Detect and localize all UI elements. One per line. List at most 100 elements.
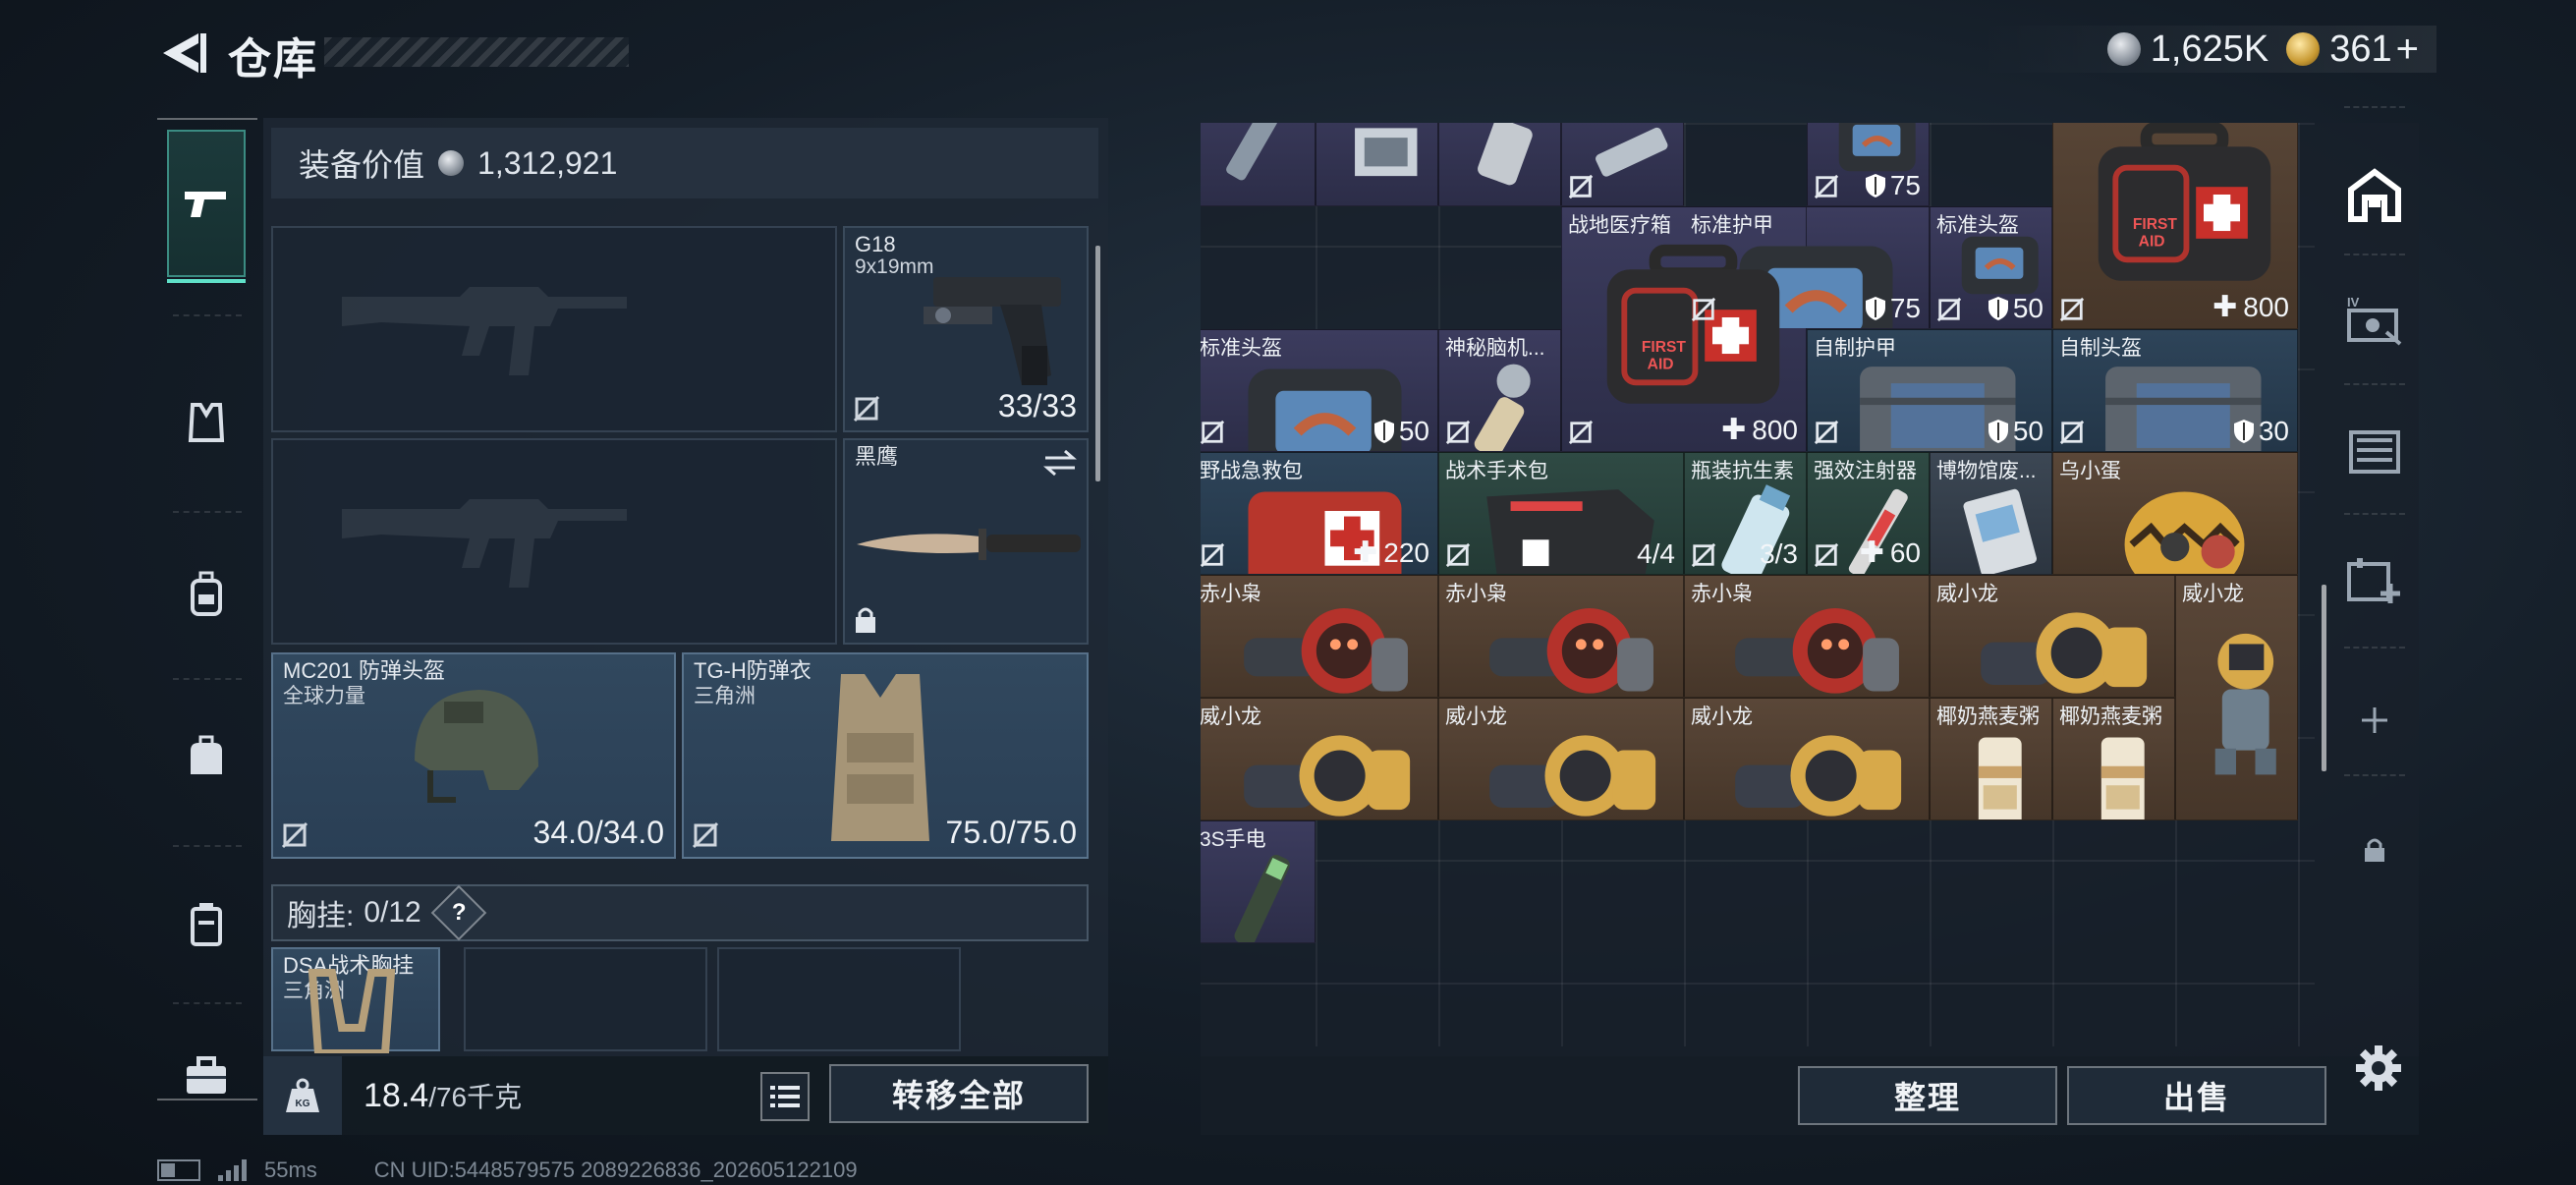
inventory-item[interactable]: 赤小枭 (1438, 575, 1684, 698)
rifle-silhouette-icon (342, 287, 627, 375)
gold-currency[interactable]: 361 + (2286, 28, 2419, 72)
inventory-item[interactable] (1561, 123, 1684, 206)
tab-bag[interactable] (167, 698, 246, 816)
helmet-slot[interactable]: MC201 防弹头盔 全球力量 34.0/34.0 (271, 652, 676, 859)
non-insured-icon (1814, 174, 1839, 199)
primary-weapon-slot-2[interactable] (271, 438, 837, 645)
chest-rig-slot[interactable]: DSA战术胸挂 三角洲 (271, 947, 440, 1053)
storage-grid: 75 标准护甲 75 FIRST AID 战地医疗箱 ✚ 800 标准头盔 50 FIRST AID ✚… (1201, 123, 2315, 1046)
inventory-item[interactable]: 75 (1807, 123, 1930, 206)
inventory-item[interactable]: 威小龙 (2175, 575, 2298, 820)
inventory-item[interactable]: 赤小枭 (1684, 575, 1930, 698)
inventory-item[interactable]: 博物馆废... (1930, 452, 2052, 575)
rig-pocket-slot[interactable] (717, 947, 961, 1051)
inventory-item[interactable]: 自制头盔 30 (2052, 329, 2298, 452)
inventory-item[interactable]: 威小龙 (1201, 698, 1438, 820)
non-insured-icon (281, 821, 308, 849)
organize-button[interactable]: 整理 (1798, 1066, 2057, 1125)
tab-storage[interactable] (2340, 415, 2409, 483)
item-name: 3S手电 (1201, 828, 1266, 851)
sidebar-divider (2344, 254, 2405, 255)
svg-text:AID: AID (2138, 233, 2164, 250)
melee-name: 黑鹰 (855, 444, 899, 469)
inventory-item[interactable]: 强效注射器 ✚ 60 (1807, 452, 1930, 575)
add-currency-button[interactable]: + (2396, 28, 2419, 72)
back-arrow-icon[interactable] (157, 28, 208, 79)
chest-rig-bar: 胸挂: 0/12 ? (271, 884, 1089, 941)
inventory-item[interactable]: 威小龙 (1684, 698, 1930, 820)
inventory-item[interactable]: 瓶装抗生素 3/3 (1684, 452, 1807, 575)
locked-tab[interactable] (2340, 816, 2409, 884)
item-name: 战地医疗箱 (1568, 214, 1671, 237)
inventory-item[interactable]: FIRST AID ✚ 800 (2052, 123, 2298, 329)
sidebar-divider (173, 845, 242, 847)
inventory-item[interactable]: 椰奶燕麦粥 (1930, 698, 2052, 820)
inventory-item[interactable]: 神秘脑机... (1438, 329, 1561, 452)
tab-expand[interactable] (2340, 546, 2409, 615)
primary-weapon-slot-1[interactable] (271, 226, 837, 432)
transfer-all-button[interactable]: 转移全部 (829, 1064, 1089, 1123)
tab-weapons[interactable] (167, 130, 246, 283)
non-insured-icon (1445, 542, 1471, 568)
item-value: ✚ 800 (1721, 414, 1798, 446)
weight-max: /76千克 (428, 1082, 523, 1112)
item-image (2075, 718, 2171, 819)
inventory-item[interactable] (1201, 123, 1316, 206)
swap-icon[interactable] (1043, 448, 1077, 478)
inventory-item[interactable]: 自制护甲 50 (1807, 329, 2052, 452)
sidebar-divider (2344, 383, 2405, 385)
sidebar-divider (173, 678, 242, 680)
sell-button[interactable]: 出售 (2067, 1066, 2326, 1125)
tab-toolbox[interactable] (167, 1022, 246, 1130)
loadout-scrollbar[interactable] (1095, 246, 1100, 481)
heal-icon: ✚ (1721, 414, 1747, 446)
inventory-item[interactable]: 威小龙 (1930, 575, 2175, 698)
item-name: 标准护甲 (1691, 214, 1773, 237)
toolbox-icon (187, 1056, 226, 1094)
silver-currency[interactable]: 1,625K (2106, 28, 2268, 71)
shield-icon (1988, 297, 2008, 320)
item-image (1475, 595, 1666, 694)
tab-card[interactable]: IV (2340, 285, 2409, 354)
inventory-item[interactable]: 赤小枭 (1201, 575, 1438, 698)
item-value: 50 (1988, 416, 2044, 447)
item-image (1475, 718, 1666, 817)
settings-gear-icon[interactable] (2354, 1044, 2403, 1093)
inventory-item[interactable]: 标准头盔 50 (1930, 206, 2052, 329)
item-value: ✚ 220 (1353, 536, 1429, 569)
weight-current: 18.4 (364, 1077, 429, 1114)
rig-pocket-slot[interactable] (464, 947, 707, 1051)
item-image (1215, 123, 1312, 199)
inventory-item[interactable]: 3S手电 (1201, 820, 1316, 943)
item-name: 标准头盔 (1201, 337, 1282, 360)
tab-home-storage[interactable] (2340, 161, 2409, 230)
list-icon (770, 1086, 800, 1107)
inventory-item[interactable]: 威小龙 (1438, 698, 1684, 820)
item-image: FIRST AID (2089, 123, 2280, 310)
tab-vest[interactable] (167, 368, 246, 477)
inventory-item[interactable]: 椰奶燕麦粥 (2052, 698, 2175, 820)
inventory-item[interactable] (1316, 123, 1438, 206)
inventory-item[interactable]: 野战急救包 ✚ 220 (1201, 452, 1438, 575)
inventory-item[interactable]: FIRST AID 战地医疗箱 ✚ 800 (1561, 206, 1807, 452)
item-value: 3/3 (1760, 538, 1798, 569)
item-image (1461, 123, 1557, 199)
ping-readout: 55ms (264, 1157, 317, 1182)
home-icon (2348, 168, 2401, 222)
inventory-item[interactable]: 乌小蛋 (2052, 452, 2298, 575)
melee-slot[interactable]: 黑鹰 (843, 438, 1089, 645)
sidebar-divider (2344, 647, 2405, 649)
uid-readout: CN UID:5448579575 2089226836_20260512210… (373, 1157, 858, 1182)
add-tab-button[interactable] (2340, 686, 2409, 755)
item-image (1584, 123, 1680, 199)
secondary-weapon-slot[interactable]: G18 9x19mm 33/33 (843, 226, 1089, 432)
help-icon[interactable]: ? (430, 884, 487, 941)
armor-slot[interactable]: TG-H防弹衣 三角洲 75.0/75.0 (682, 652, 1089, 859)
inventory-item[interactable] (1438, 123, 1561, 206)
inventory-item[interactable]: 战术手术包 4/4 (1438, 452, 1684, 575)
tab-case[interactable] (167, 860, 246, 988)
inventory-item[interactable]: 标准头盔 50 (1201, 329, 1438, 452)
item-name: 威小龙 (1201, 705, 1261, 728)
list-view-button[interactable] (760, 1072, 810, 1121)
tab-backpack[interactable] (167, 536, 246, 653)
